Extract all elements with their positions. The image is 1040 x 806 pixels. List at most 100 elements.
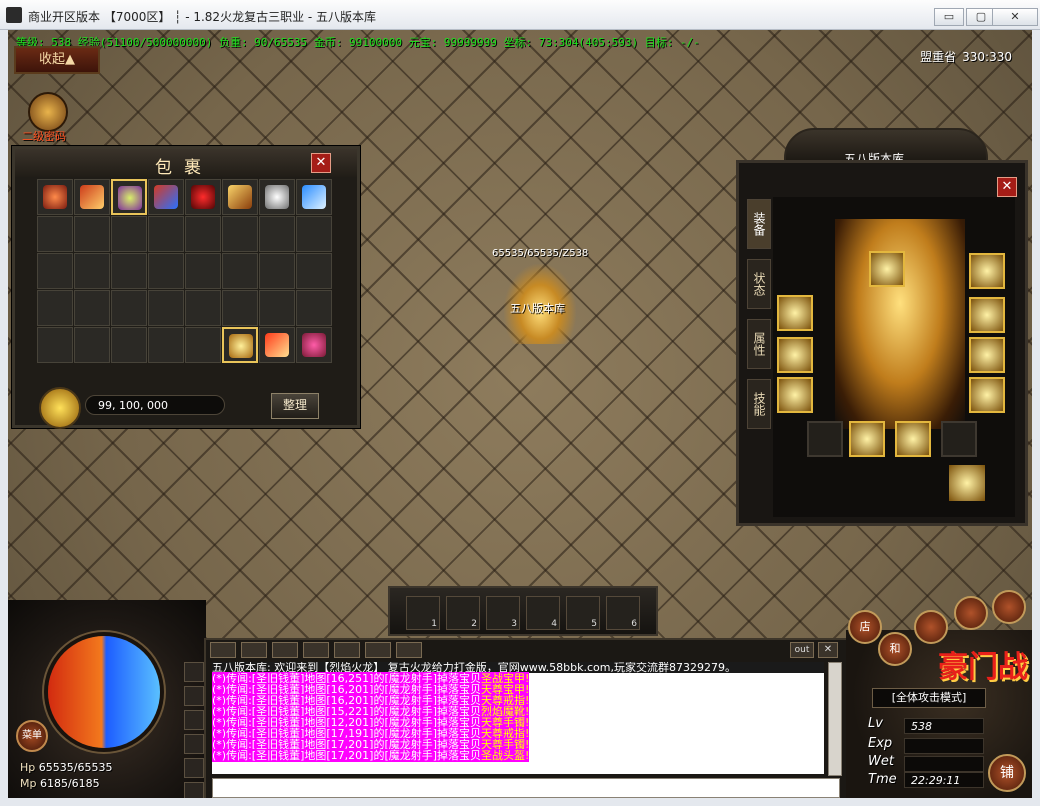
bag-slot[interactable] [37, 290, 73, 326]
bag-slot[interactable] [259, 290, 295, 326]
bag-slot[interactable] [296, 179, 332, 215]
bag-slot[interactable] [74, 253, 110, 289]
helmet-slot[interactable] [869, 251, 905, 287]
skill-slot-1[interactable]: 1 [406, 596, 440, 630]
shop-button[interactable]: 店 [848, 610, 882, 644]
skill-slot-4[interactable]: 4 [526, 596, 560, 630]
bag-slot[interactable] [222, 179, 258, 215]
tab-equipment[interactable]: 装备 [747, 199, 771, 249]
bag-slot[interactable] [74, 327, 110, 363]
charm-slot[interactable] [941, 421, 977, 457]
mail-icon[interactable] [914, 610, 948, 644]
bag-slot[interactable] [222, 290, 258, 326]
chat-tool-team-icon[interactable] [303, 642, 329, 658]
rank-icon[interactable] [954, 596, 988, 630]
whisper-icon[interactable] [184, 710, 204, 730]
medal-slot[interactable] [969, 297, 1005, 333]
bracelet-left-slot[interactable] [777, 337, 813, 373]
bag-slot[interactable] [74, 216, 110, 252]
chat-tool-up-icon[interactable] [210, 642, 236, 658]
tab-attributes[interactable]: 属性 [747, 319, 771, 369]
skill-slot-5[interactable]: 5 [566, 596, 600, 630]
guild-icon[interactable] [184, 758, 204, 778]
bag-slot[interactable] [74, 179, 110, 215]
collapse-button[interactable]: 收起▲ [14, 46, 100, 74]
shout-icon[interactable] [184, 782, 204, 798]
sort-button[interactable]: 整理 [271, 393, 319, 419]
boots-slot[interactable] [895, 421, 931, 457]
necklace-slot[interactable] [969, 253, 1005, 289]
minimize-button[interactable]: ▭ [934, 8, 964, 26]
chat-tool-guild-icon[interactable] [334, 642, 360, 658]
skill-slot-3[interactable]: 3 [486, 596, 520, 630]
bag-slot[interactable] [185, 290, 221, 326]
chat-tool-emote-icon[interactable] [241, 642, 267, 658]
bag-close-button[interactable]: ✕ [311, 153, 331, 173]
skill-slot-6[interactable]: 6 [606, 596, 640, 630]
bag-slot[interactable] [222, 327, 258, 363]
bag-slot[interactable] [111, 179, 147, 215]
bag-slot[interactable] [111, 216, 147, 252]
bag-slot[interactable] [148, 216, 184, 252]
chat-tool-item-icon[interactable] [272, 642, 298, 658]
bag-slot[interactable] [148, 327, 184, 363]
bag-slot[interactable] [185, 253, 221, 289]
ring-left-slot[interactable] [777, 377, 813, 413]
equipment-close-button[interactable]: ✕ [997, 177, 1017, 197]
bag-slot[interactable] [296, 290, 332, 326]
ring-right-slot[interactable] [969, 377, 1005, 413]
bag-slot[interactable] [185, 327, 221, 363]
bag-slot[interactable] [148, 179, 184, 215]
bag-slot[interactable] [185, 216, 221, 252]
bag-slot[interactable] [37, 253, 73, 289]
chat-scrollbar[interactable] [828, 662, 842, 776]
chat-tool-book-icon[interactable] [396, 642, 422, 658]
attack-mode[interactable]: [全体攻击模式] [872, 688, 986, 708]
bag-slot[interactable] [111, 253, 147, 289]
bag-slot[interactable] [259, 253, 295, 289]
store-button[interactable]: 铺 [988, 754, 1026, 792]
bag-slot[interactable] [148, 290, 184, 326]
bag-slot[interactable] [74, 290, 110, 326]
volume-icon[interactable] [992, 590, 1026, 624]
group-icon[interactable] [184, 734, 204, 754]
bag-slot[interactable] [259, 216, 295, 252]
bag-slot[interactable] [37, 327, 73, 363]
bag-slot[interactable] [296, 216, 332, 252]
secondary-password-icon[interactable] [28, 92, 68, 132]
close-window-button[interactable]: ✕ [992, 8, 1038, 26]
bag-slot[interactable] [259, 327, 295, 363]
tab-skills[interactable]: 技能 [747, 379, 771, 429]
bag-slot[interactable] [296, 327, 332, 363]
tab-status[interactable]: 状态 [747, 259, 771, 309]
belt-slot[interactable] [849, 421, 885, 457]
bag-slot[interactable] [37, 179, 73, 215]
chat-tool-trade-icon[interactable] [365, 642, 391, 658]
bag-slot[interactable] [185, 179, 221, 215]
menu-button[interactable]: 菜单 [16, 720, 48, 752]
bag-slot[interactable] [111, 290, 147, 326]
mount-slot[interactable] [949, 465, 985, 501]
bag-slot[interactable] [296, 253, 332, 289]
chat-filter-icon[interactable] [184, 686, 204, 706]
game-viewport[interactable]: 等级: 538 经验(51100/500000000) 负重: 90/65535… [8, 30, 1032, 798]
skill-slot-2[interactable]: 2 [446, 596, 480, 630]
skill-key-label: 4 [551, 619, 557, 629]
sound-icon[interactable] [184, 662, 204, 682]
hp-row: Hp 65535/65535 [20, 760, 112, 776]
bag-slot[interactable] [111, 327, 147, 363]
bag-slot[interactable] [222, 216, 258, 252]
chat-messages: 五八版本库: 欢迎来到【烈焰火龙】 复古火龙给力打金版，官网www.58bbk.… [212, 662, 824, 774]
bag-slot[interactable] [37, 216, 73, 252]
chat-close-button[interactable]: ✕ [818, 642, 838, 658]
weapon-slot[interactable] [777, 295, 813, 331]
bag-slot[interactable] [259, 179, 295, 215]
window-border-right [1032, 30, 1040, 806]
bag-slot[interactable] [222, 253, 258, 289]
stone-slot[interactable] [807, 421, 843, 457]
pk-mode-button[interactable]: 和 [878, 632, 912, 666]
chat-input[interactable] [212, 778, 840, 798]
chat-out-button[interactable]: out [790, 642, 814, 658]
bracelet-right-slot[interactable] [969, 337, 1005, 373]
bag-slot[interactable] [148, 253, 184, 289]
